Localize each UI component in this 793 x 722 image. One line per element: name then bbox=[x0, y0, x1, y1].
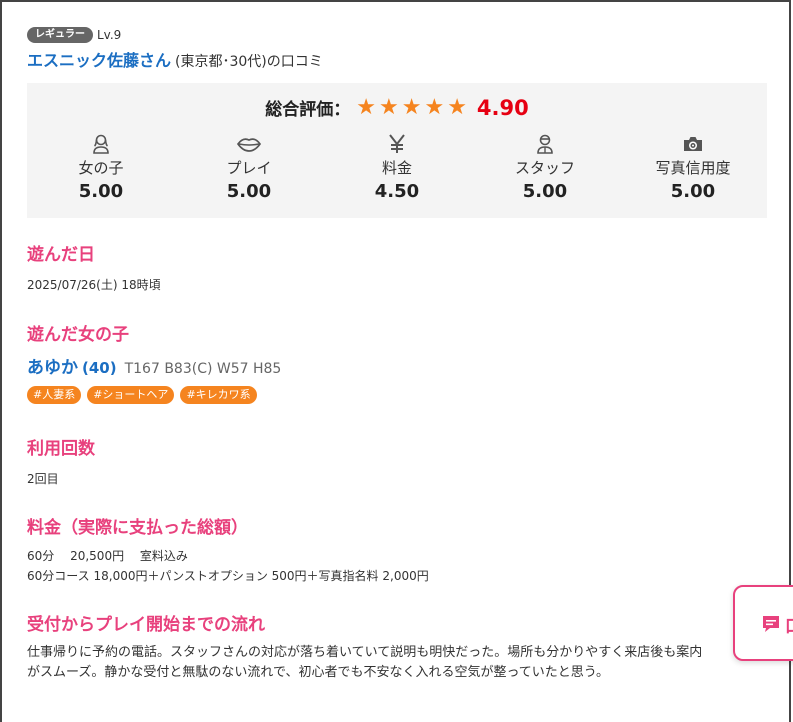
visit-date-section: 遊んだ日 2025/07/26(土) 18時頃 bbox=[27, 240, 767, 295]
price-section: 料金（実際に支払った総額） 60分 20,500円 室料込み 60分コース 18… bbox=[27, 513, 767, 586]
section-title: 遊んだ日 bbox=[27, 245, 95, 265]
category-staff: スタッフ 5.00 bbox=[471, 133, 619, 202]
category-photo-trust: 写真信用度 5.00 bbox=[619, 133, 767, 202]
overall-rating: 総合評価： ★ ★ ★ ★ ★ 4.90 bbox=[27, 94, 767, 121]
star-icon: ★ bbox=[356, 94, 376, 120]
flow-text: がスムーズ。静かな受付と無駄のない流れで、初心者でも不安なく入れる空気が整ってい… bbox=[27, 665, 610, 680]
girl-name-link[interactable]: あゆか bbox=[27, 353, 78, 378]
category-girl: 女の子 5.00 bbox=[27, 133, 175, 202]
star-icon: ★ bbox=[401, 94, 422, 120]
yen-icon bbox=[323, 133, 471, 155]
overall-score: 4.90 bbox=[476, 95, 529, 120]
star-icon: ★ bbox=[378, 94, 399, 120]
category-ratings: 女の子 5.00 プレイ 5.00 料金 4.50 スタッフ 5.00 写真信用… bbox=[27, 133, 767, 202]
flow-section: 受付からプレイ開始までの流れ 仕事帰りに予約の電話。スタッフさんの対応が落ち着い… bbox=[27, 610, 767, 683]
girl-age: (40) bbox=[82, 359, 117, 377]
girl-tags: #人妻系 #ショートヘア #キレカワ系 bbox=[27, 386, 767, 404]
usage-section: 利用回数 2回目 bbox=[27, 434, 767, 489]
lips-icon bbox=[175, 133, 323, 155]
category-price: 料金 4.50 bbox=[323, 133, 471, 202]
tag[interactable]: #人妻系 bbox=[27, 386, 82, 404]
overall-stars: ★ ★ ★ ★ ★ bbox=[356, 94, 467, 120]
staff-icon bbox=[471, 133, 619, 155]
reviewer-name-link[interactable]: エスニック佐藤さん bbox=[27, 47, 171, 71]
floating-button-label: 口 bbox=[785, 612, 793, 637]
overall-label: 総合評価： bbox=[265, 100, 351, 120]
section-title: 受付からプレイ開始までの流れ bbox=[27, 615, 265, 635]
reviewer-rank: レギュラー Lv.9 bbox=[27, 26, 767, 44]
flow-text: 仕事帰りに予約の電話。スタッフさんの対応が落ち着いていて説明も明快だった。場所も… bbox=[27, 645, 703, 660]
section-title: 料金（実際に支払った総額） bbox=[27, 518, 248, 538]
review-content: レギュラー Lv.9 エスニック佐藤さん (東京都･30代)の口コミ 総合評価：… bbox=[27, 26, 767, 683]
tag[interactable]: #キレカワ系 bbox=[180, 386, 257, 404]
visit-date-value: 2025/07/26(土) 18時頃 bbox=[27, 278, 161, 292]
tag[interactable]: #ショートヘア bbox=[87, 386, 175, 404]
camera-icon bbox=[619, 133, 767, 155]
section-title: 遊んだ女の子 bbox=[27, 325, 129, 345]
rank-badge: レギュラー bbox=[27, 27, 93, 43]
floating-review-button[interactable]: 口 bbox=[733, 585, 793, 661]
star-icon: ★ bbox=[424, 94, 445, 120]
speech-bubble-icon bbox=[761, 614, 781, 638]
usage-value: 2回目 bbox=[27, 472, 59, 486]
girl-info: あゆか (40) T167 B83(C) W57 H85 bbox=[27, 353, 767, 378]
price-breakdown: 60分コース 18,000円＋パンストオプション 500円＋写真指名料 2,00… bbox=[27, 569, 429, 583]
reviewer-level: Lv.9 bbox=[97, 28, 122, 42]
star-icon: ★ bbox=[447, 94, 467, 120]
reviewer-info: エスニック佐藤さん (東京都･30代)の口コミ bbox=[27, 47, 767, 71]
price-line: 60分 20,500円 室料込み bbox=[27, 549, 188, 563]
girl-icon bbox=[27, 133, 175, 155]
girl-section: 遊んだ女の子 あゆか (40) T167 B83(C) W57 H85 #人妻系… bbox=[27, 320, 767, 404]
girl-spec: T167 B83(C) W57 H85 bbox=[124, 361, 282, 377]
category-play: プレイ 5.00 bbox=[175, 133, 323, 202]
section-title: 利用回数 bbox=[27, 439, 95, 459]
rating-box: 総合評価： ★ ★ ★ ★ ★ 4.90 女の子 5.00 プレイ 5.00 料… bbox=[27, 83, 767, 218]
reviewer-meta: (東京都･30代)の口コミ bbox=[175, 54, 323, 70]
